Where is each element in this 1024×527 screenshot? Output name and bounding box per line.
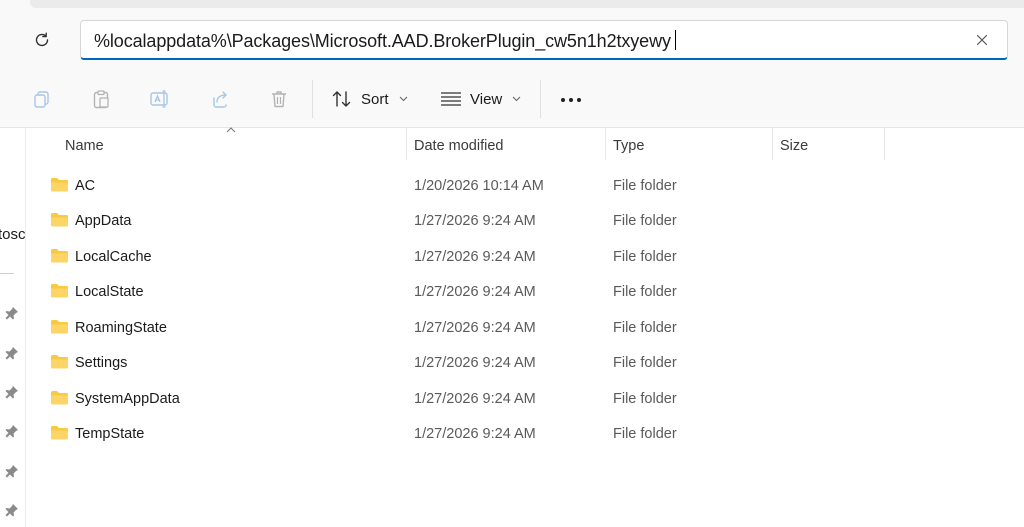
pin-icon <box>5 386 18 399</box>
file-date: 1/27/2026 9:24 AM <box>414 390 536 407</box>
file-type: File folder <box>613 425 677 442</box>
text-caret <box>674 30 676 50</box>
clear-address-button[interactable] <box>971 29 993 51</box>
sort-ascending-icon <box>226 127 236 133</box>
file-name: RoamingState <box>75 319 167 336</box>
toolbar-divider <box>312 80 313 118</box>
close-icon <box>976 34 988 46</box>
table-row[interactable]: AppData 1/27/2026 9:24 AM File folder <box>26 203 1024 238</box>
file-type: File folder <box>613 354 677 371</box>
folder-icon <box>51 284 68 298</box>
sort-label: Sort <box>361 90 389 108</box>
file-type: File folder <box>613 283 677 300</box>
folder-icon <box>51 320 68 334</box>
file-type: File folder <box>613 177 677 194</box>
refresh-button[interactable] <box>28 26 56 54</box>
file-name: AppData <box>75 212 132 229</box>
pin-icon <box>5 465 18 478</box>
navigation-pane: tosc <box>0 128 26 527</box>
file-type: File folder <box>613 390 677 407</box>
file-date: 1/27/2026 9:24 AM <box>414 425 536 442</box>
folder-icon <box>51 426 68 440</box>
more-icon <box>561 98 581 102</box>
file-name: Settings <box>75 354 128 371</box>
sort-button[interactable]: Sort <box>331 86 408 112</box>
view-icon <box>441 92 461 106</box>
file-name: SystemAppData <box>75 390 180 407</box>
toolbar-divider <box>540 80 541 118</box>
column-header-size[interactable]: Size <box>780 128 808 164</box>
file-date: 1/27/2026 9:24 AM <box>414 319 536 336</box>
file-type: File folder <box>613 212 677 229</box>
folder-icon <box>51 391 68 405</box>
delete-button[interactable] <box>267 87 291 111</box>
tab-strip-edge <box>30 0 1024 8</box>
table-row[interactable]: SystemAppData 1/27/2026 9:24 AM File fol… <box>26 381 1024 416</box>
folder-icon <box>51 213 68 227</box>
folder-icon <box>51 355 68 369</box>
table-row[interactable]: AC 1/20/2026 10:14 AM File folder <box>26 168 1024 203</box>
address-input[interactable]: %localappdata%\Packages\Microsoft.AAD.Br… <box>80 20 1008 60</box>
address-path: %localappdata%\Packages\Microsoft.AAD.Br… <box>94 30 676 52</box>
share-icon <box>213 91 227 108</box>
pin-icon <box>5 504 18 517</box>
column-divider[interactable] <box>772 128 773 160</box>
table-row[interactable]: Settings 1/27/2026 9:24 AM File folder <box>26 345 1024 380</box>
folder-icon <box>51 249 68 263</box>
nav-item-label[interactable]: tosc <box>0 226 25 243</box>
column-divider[interactable] <box>884 128 885 160</box>
file-name: TempState <box>75 425 145 442</box>
share-button[interactable] <box>208 87 232 111</box>
nav-divider <box>0 273 14 274</box>
file-name: AC <box>75 177 96 194</box>
file-date: 1/27/2026 9:24 AM <box>414 212 536 229</box>
pin-icon <box>5 347 18 360</box>
table-row[interactable]: LocalState 1/27/2026 9:24 AM File folder <box>26 274 1024 309</box>
file-date: 1/27/2026 9:24 AM <box>414 283 536 300</box>
address-bar-area: %localappdata%\Packages\Microsoft.AAD.Br… <box>0 0 1024 70</box>
file-date: 1/27/2026 9:24 AM <box>414 248 536 265</box>
file-name: LocalCache <box>75 248 152 265</box>
copy-button[interactable] <box>30 87 54 111</box>
file-type: File folder <box>613 319 677 336</box>
paste-icon <box>93 90 109 109</box>
pin-icon <box>5 307 18 320</box>
column-header-type[interactable]: Type <box>613 128 644 164</box>
file-date: 1/20/2026 10:14 AM <box>414 177 544 194</box>
file-type: File folder <box>613 248 677 265</box>
folder-icon <box>51 178 68 192</box>
pin-icon <box>5 425 18 438</box>
table-row[interactable]: RoamingState 1/27/2026 9:24 AM File fold… <box>26 310 1024 345</box>
refresh-icon <box>35 32 49 47</box>
command-bar: Sort View <box>0 70 1024 128</box>
trash-icon <box>272 91 286 108</box>
view-label: View <box>470 90 503 108</box>
column-divider[interactable] <box>406 128 407 160</box>
copy-icon <box>34 91 49 108</box>
column-header-row: Name Date modified Type Size <box>26 127 1024 166</box>
column-header-date[interactable]: Date modified <box>414 128 503 164</box>
chevron-down-icon <box>512 96 521 102</box>
paste-button[interactable] <box>89 87 113 111</box>
more-options-button[interactable] <box>558 90 584 110</box>
table-row[interactable]: TempState 1/27/2026 9:24 AM File folder <box>26 416 1024 451</box>
view-button[interactable]: View <box>440 86 521 112</box>
sort-icon <box>332 91 351 107</box>
rename-button[interactable] <box>148 87 172 111</box>
column-divider[interactable] <box>605 128 606 160</box>
chevron-down-icon <box>399 96 407 102</box>
file-name: LocalState <box>75 283 144 300</box>
column-header-name[interactable]: Name <box>65 128 104 164</box>
table-row[interactable]: LocalCache 1/27/2026 9:24 AM File folder <box>26 239 1024 274</box>
rename-icon <box>150 90 168 108</box>
file-date: 1/27/2026 9:24 AM <box>414 354 536 371</box>
